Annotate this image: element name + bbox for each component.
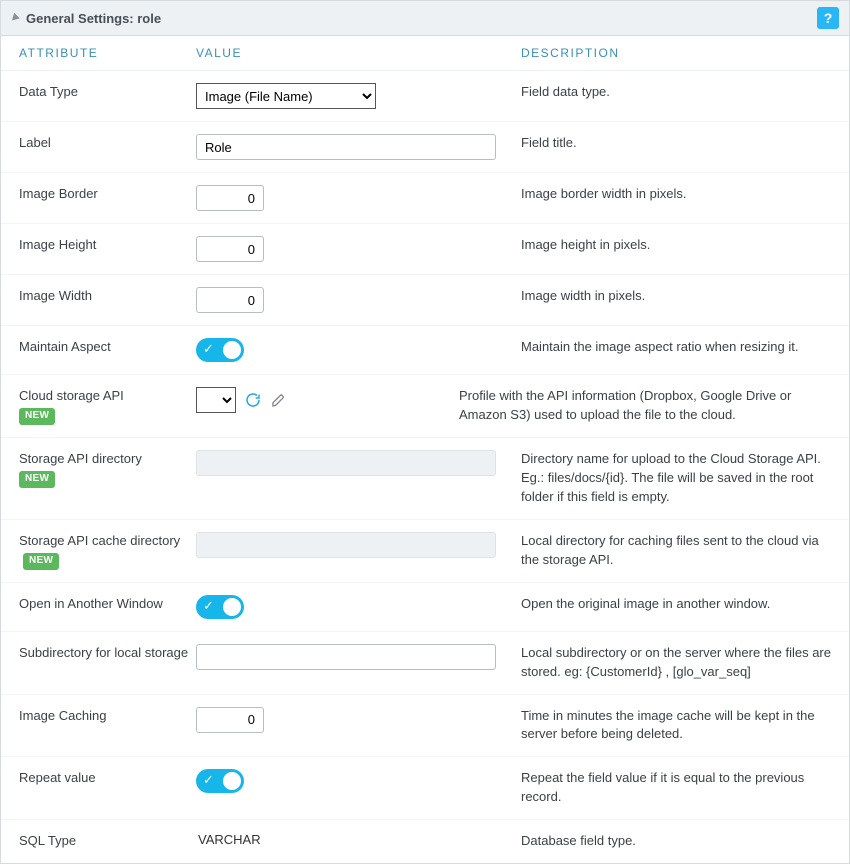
edit-icon[interactable] — [270, 391, 288, 409]
maintain-aspect-toggle[interactable]: ✓ — [196, 338, 244, 362]
row-storage-api-dir: Storage API directory NEW Directory name… — [1, 438, 849, 520]
attr-image-height: Image Height — [1, 236, 196, 254]
desc-image-border: Image border width in pixels. — [521, 185, 849, 204]
desc-data-type: Field data type. — [521, 83, 849, 102]
row-sql-type: SQL Type VARCHAR Database field type. — [1, 820, 849, 863]
panel-title: General Settings: role — [26, 11, 161, 26]
desc-image-caching: Time in minutes the image cache will be … — [521, 707, 849, 745]
attr-cloud-api: Cloud storage API — [19, 388, 124, 403]
row-image-border: Image Border Image border width in pixel… — [1, 173, 849, 224]
col-header-attribute: ATTRIBUTE — [1, 46, 196, 60]
attr-image-width: Image Width — [1, 287, 196, 305]
help-button[interactable]: ? — [817, 7, 839, 29]
image-width-input[interactable] — [196, 287, 264, 313]
panel-header: General Settings: role ? — [1, 1, 849, 36]
panel-title-wrap: General Settings: role — [11, 11, 161, 26]
cloud-api-select[interactable] — [196, 387, 236, 413]
check-icon: ✓ — [203, 598, 214, 614]
attr-subdir-local: Subdirectory for local storage — [1, 644, 196, 662]
data-type-select[interactable]: Image (File Name) — [196, 83, 376, 109]
storage-api-dir-input — [196, 450, 496, 476]
attr-maintain-aspect: Maintain Aspect — [1, 338, 196, 356]
column-headers: ATTRIBUTE VALUE DESCRIPTION — [1, 36, 849, 71]
subdir-local-input[interactable] — [196, 644, 496, 670]
help-icon: ? — [824, 10, 833, 26]
label-input[interactable] — [196, 134, 496, 160]
desc-image-width: Image width in pixels. — [521, 287, 849, 306]
open-window-toggle[interactable]: ✓ — [196, 595, 244, 619]
attr-image-caching: Image Caching — [1, 707, 196, 725]
image-border-input[interactable] — [196, 185, 264, 211]
check-icon: ✓ — [203, 772, 214, 788]
desc-maintain-aspect: Maintain the image aspect ratio when res… — [521, 338, 849, 357]
desc-cloud-api: Profile with the API information (Dropbo… — [459, 387, 849, 425]
attr-open-window: Open in Another Window — [1, 595, 196, 613]
desc-open-window: Open the original image in another windo… — [521, 595, 849, 614]
col-header-value: VALUE — [196, 46, 521, 60]
desc-repeat-value: Repeat the field value if it is equal to… — [521, 769, 849, 807]
row-image-caching: Image Caching Time in minutes the image … — [1, 695, 849, 758]
row-label: Label Field title. — [1, 122, 849, 173]
row-image-height: Image Height Image height in pixels. — [1, 224, 849, 275]
desc-subdir-local: Local subdirectory or on the server wher… — [521, 644, 849, 682]
toggle-knob — [223, 772, 241, 790]
new-badge: NEW — [23, 553, 59, 570]
row-maintain-aspect: Maintain Aspect ✓ Maintain the image asp… — [1, 326, 849, 375]
attr-sql-type: SQL Type — [1, 832, 196, 850]
general-settings-panel: General Settings: role ? ATTRIBUTE VALUE… — [0, 0, 850, 864]
attr-data-type: Data Type — [1, 83, 196, 101]
image-caching-input[interactable] — [196, 707, 264, 733]
attr-storage-api-dir: Storage API directory — [19, 451, 142, 466]
row-data-type: Data Type Image (File Name) Field data t… — [1, 71, 849, 122]
refresh-icon[interactable] — [244, 391, 262, 409]
desc-sql-type: Database field type. — [521, 832, 849, 851]
row-subdir-local: Subdirectory for local storage Local sub… — [1, 632, 849, 695]
col-header-description: DESCRIPTION — [521, 46, 849, 60]
row-repeat-value: Repeat value ✓ Repeat the field value if… — [1, 757, 849, 820]
desc-storage-api-dir: Directory name for upload to the Cloud S… — [521, 450, 849, 507]
new-badge: NEW — [19, 471, 55, 488]
new-badge: NEW — [19, 408, 55, 425]
toggle-knob — [223, 341, 241, 359]
check-icon: ✓ — [203, 341, 214, 357]
row-image-width: Image Width Image width in pixels. — [1, 275, 849, 326]
sql-type-value: VARCHAR — [196, 832, 261, 847]
repeat-value-toggle[interactable]: ✓ — [196, 769, 244, 793]
row-storage-api-cache: Storage API cache directory NEW Local di… — [1, 520, 849, 583]
row-open-window: Open in Another Window ✓ Open the origin… — [1, 583, 849, 632]
desc-image-height: Image height in pixels. — [521, 236, 849, 255]
row-cloud-api: Cloud storage API NEW Profile with the A… — [1, 375, 849, 438]
collapse-icon[interactable] — [9, 13, 20, 24]
desc-storage-api-cache: Local directory for caching files sent t… — [521, 532, 849, 570]
attr-storage-api-cache: Storage API cache directory — [19, 533, 180, 548]
toggle-knob — [223, 598, 241, 616]
attr-image-border: Image Border — [1, 185, 196, 203]
attr-label: Label — [1, 134, 196, 152]
desc-label: Field title. — [521, 134, 849, 153]
image-height-input[interactable] — [196, 236, 264, 262]
storage-api-cache-input — [196, 532, 496, 558]
attr-repeat-value: Repeat value — [1, 769, 196, 787]
